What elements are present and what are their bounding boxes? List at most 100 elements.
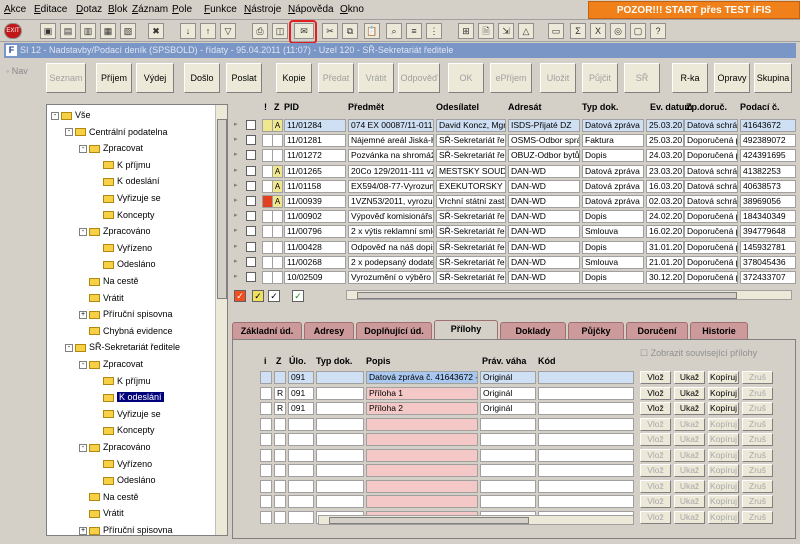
grid-cell[interactable]: SŘ-Sekretariát řed [436,255,506,269]
flag-green-check[interactable]: ✓ [292,290,304,302]
grid-cell[interactable]: 11/00428 [284,240,346,254]
grid-cell[interactable]: SŘ-Sekretariát řed [436,149,506,163]
grid-hscroll-thumb[interactable] [357,292,737,299]
attachment-cell[interactable]: Originál [480,402,536,415]
tab-1[interactable]: Adresy [304,322,354,340]
flag-red-check[interactable]: ✓ [234,290,246,302]
menu-funkce[interactable]: Funkce [204,4,237,15]
hierarchy-icon[interactable]: ⊞ [458,23,474,39]
sort-desc-icon[interactable]: ↑ [200,23,216,39]
attachment-cell[interactable] [480,495,536,508]
attachment-header[interactable]: Úlo. [289,356,306,366]
attachment-cell[interactable] [366,417,478,431]
grid-cell[interactable]: Doporučená p [684,210,738,224]
attachment-button[interactable]: Vlož [640,417,671,431]
grid-header[interactable]: Odesílatel [436,102,479,112]
new-record-icon[interactable]: ▣ [40,23,56,39]
grid-header[interactable]: PID [284,102,299,112]
attachment-button[interactable]: Zruš [742,417,773,431]
attachment-button[interactable]: Zruš [742,386,773,400]
tree-node[interactable]: - Zpracováno [79,225,151,238]
tree-node[interactable]: Vyřizuje se [93,192,161,205]
grid-cell[interactable]: 11/01281 [284,134,346,148]
attachment-cell[interactable] [316,417,364,431]
table-row[interactable]: ▸ 11/00796 2 x výtis reklamní smlo SŘ-Sekre… [232,224,796,239]
grid-cell[interactable]: 25.03.2011 [646,134,684,148]
grid-cell[interactable]: EX594/08-77-Vyrozum [348,179,434,193]
attachment-button[interactable]: Kopíruj [708,479,739,493]
menu-záznam[interactable]: Záznam [132,4,168,15]
grid-cell[interactable]: SŘ-Sekretariát řed [436,225,506,239]
attachment-cell[interactable] [538,417,634,431]
button-9[interactable]: OK [448,63,484,93]
grid-cell[interactable]: Datová schrá [684,119,738,132]
grid-cell[interactable]: 11/01284 [284,119,346,132]
window-icon[interactable]: ▢ [630,23,646,39]
grid-cell[interactable]: Pozvánka na shromáž [348,149,434,163]
attachment-row[interactable]: Vlož Ukaž Kopíruj Zruš [254,479,794,494]
attachment-cell[interactable] [274,464,286,477]
table-row[interactable]: ▸ 11/00428 Odpověď na náš dopis SŘ-Sekretar… [232,240,796,255]
attachment-cell[interactable] [288,433,314,446]
attachment-cell[interactable] [260,433,272,446]
attachment-cell[interactable] [366,433,478,446]
table-row[interactable]: ▸ 11/01272 Pozvánka na shromáž SŘ-Sekretari… [232,148,796,163]
tree-node[interactable]: Vrátit [79,507,124,520]
sum-icon[interactable]: Σ [570,23,586,39]
attachment-button[interactable]: Kopíruj [708,371,739,384]
attachment-row[interactable]: Vlož Ukaž Kopíruj Zruš [254,432,794,447]
attachment-row[interactable]: Vlož Ukaž Kopíruj Zruš [254,463,794,478]
attachment-cell[interactable] [316,433,364,446]
attachment-cell[interactable] [260,386,272,400]
tree-scrollbar[interactable] [215,105,227,535]
attachment-button[interactable]: Kopíruj [708,417,739,431]
attachment-cell[interactable] [316,386,364,400]
tree-node[interactable]: Vrátit [79,292,124,305]
attachment-cell[interactable] [274,448,286,462]
collapse-icon[interactable]: - [79,443,87,452]
table-row[interactable]: ▸ 11/00902 Výpověď komisionářs SŘ-Sekretari… [232,209,796,224]
attachment-button[interactable]: Zruš [742,464,773,477]
tree-node[interactable]: Koncepty [93,209,155,222]
attachment-cell[interactable] [480,479,536,493]
tree-node[interactable]: Koncepty [93,424,155,437]
attachment-cell[interactable] [288,495,314,508]
collapse-icon[interactable]: - [79,360,87,369]
grid-cell[interactable]: Nájemné areál Jiská-H [348,134,434,148]
grid-cell[interactable]: Doporučená p [684,225,738,239]
tree-node[interactable]: Na cestě [79,491,139,504]
attachment-button[interactable]: Kopíruj [708,433,739,446]
grid-cell[interactable]: 184340349 [740,210,796,224]
attachment-row[interactable]: 091 Datová zpráva č. 41643672 - Originál V… [254,370,794,385]
grid-cell[interactable]: Datová zpráva [582,119,644,132]
grid-header[interactable]: Podací č. [740,102,780,112]
grid-cell[interactable]: 24.03.2011 [646,149,684,163]
grid-cell[interactable]: 23.03.2011 [646,164,684,178]
help-icon[interactable]: ? [650,23,666,39]
attachment-cell[interactable] [274,510,286,524]
attachment-row[interactable]: Vlož Ukaž Kopíruj Zruš [254,417,794,432]
tree-node[interactable]: Vyřizuje se [93,408,161,421]
grid-cell[interactable]: DAN-WD [508,195,580,208]
grid-hscrollbar[interactable] [346,290,792,300]
attachment-header[interactable]: Z [276,356,282,366]
grid-cell[interactable]: Vyrozumění o výběro [348,271,434,284]
attachment-button[interactable]: Vlož [640,495,671,508]
attachment-row[interactable]: Vlož Ukaž Kopíruj Zruš [254,448,794,463]
tree-node[interactable]: - Zpracováno [79,441,151,454]
attachment-button[interactable]: Vlož [640,371,671,384]
attachment-button[interactable]: Ukaž [674,510,705,524]
grid-cell[interactable]: Datová zpráva [582,164,644,178]
button-7[interactable]: Vrátit [358,63,394,93]
attachment-cell[interactable] [538,495,634,508]
sort-asc-icon[interactable]: ↓ [180,23,196,39]
table-row[interactable]: ▸ A 11/00939 1VZN53/2011, vyrozu Vrchní stát… [232,194,796,209]
attachment-button[interactable]: Vlož [640,510,671,524]
attachment-button[interactable]: Vlož [640,464,671,477]
tree-node[interactable]: Vyřízeno [93,242,152,255]
tab-4[interactable]: Doklady [500,322,566,340]
remove-icon[interactable]: ▧ [120,23,136,39]
grid-cell[interactable]: 378045436 [740,255,796,269]
grid-cell[interactable]: 11/01272 [284,149,346,163]
attachment-cell[interactable] [316,371,364,384]
